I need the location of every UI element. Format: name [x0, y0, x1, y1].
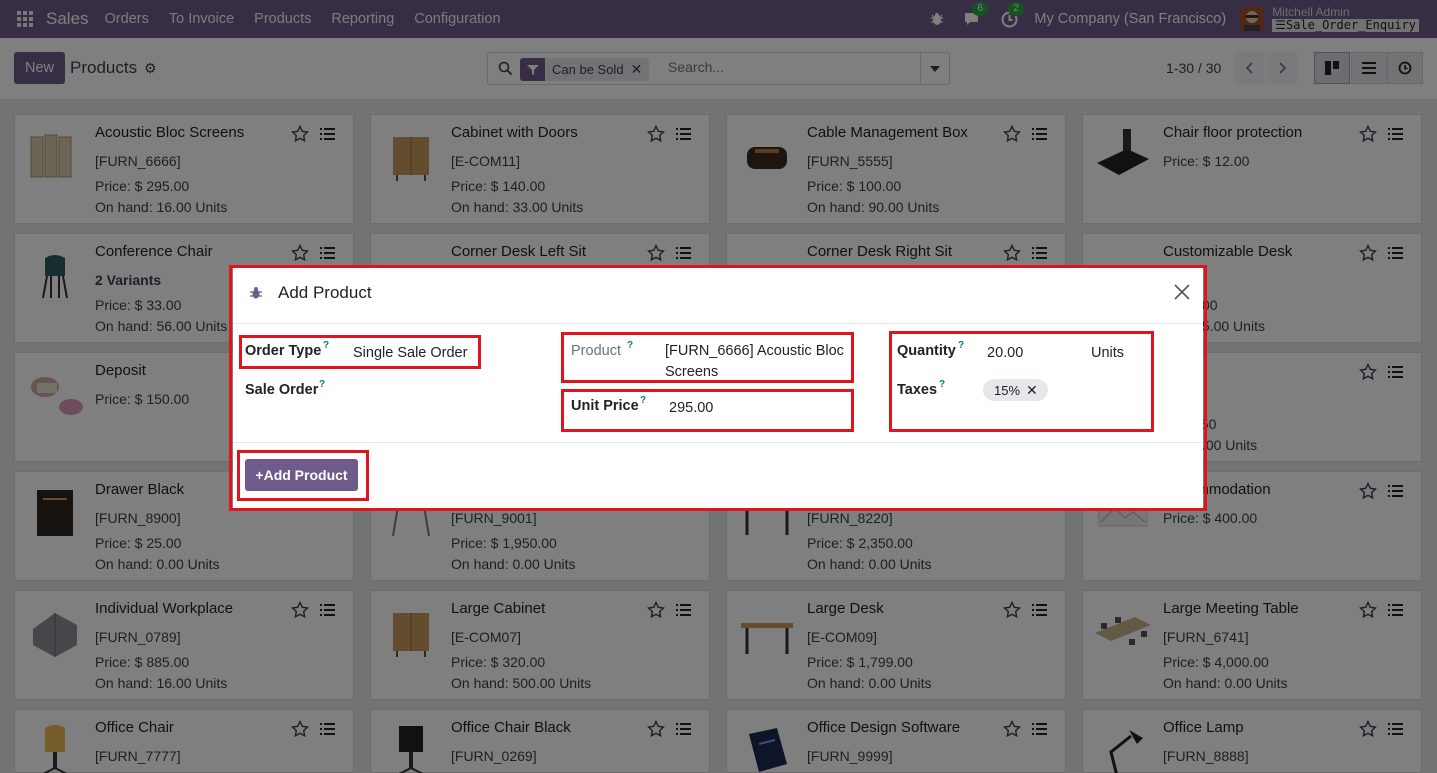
quantity-taxes-highlight-box — [889, 331, 1154, 432]
add-button-highlight-box — [237, 450, 369, 501]
order-type-highlight-box — [239, 335, 481, 369]
unit-price-highlight-box — [561, 389, 854, 432]
product-highlight-box — [561, 332, 854, 383]
